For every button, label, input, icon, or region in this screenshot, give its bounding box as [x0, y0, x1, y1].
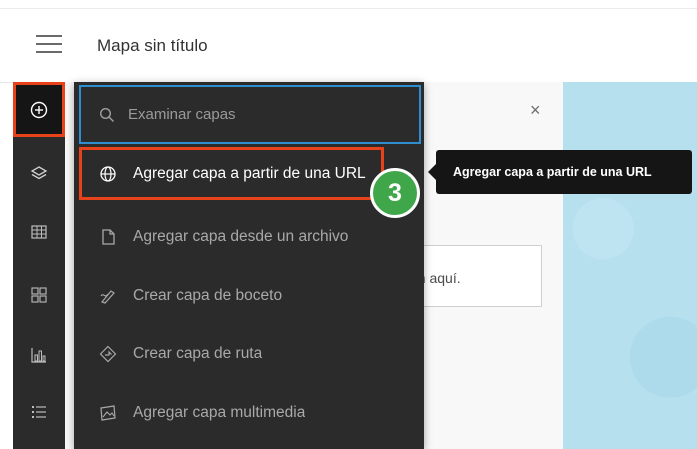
widgets-button[interactable]: [13, 267, 65, 322]
left-toolbar: [13, 82, 65, 449]
map-view[interactable]: [563, 82, 697, 449]
menu-item-label: Agregar capa desde un archivo: [133, 228, 349, 245]
step-badge: 3: [370, 168, 420, 218]
file-icon: [102, 229, 115, 245]
media-icon: [100, 405, 116, 421]
top-divider: [0, 8, 697, 9]
globe-icon: [100, 166, 116, 182]
add-layer-button[interactable]: [13, 82, 65, 137]
menu-item-label: Crear capa de boceto: [133, 287, 283, 304]
table-button[interactable]: [13, 204, 65, 259]
menu-item-label: Crear capa de ruta: [133, 345, 263, 362]
add-icon: [30, 101, 48, 118]
table-icon: [31, 224, 47, 239]
menu-item-create-sketch-layer[interactable]: Crear capa de boceto: [79, 268, 421, 324]
sketch-icon: [100, 290, 115, 304]
route-icon: [99, 345, 117, 363]
menu-item-label: Agregar capa a partir de una URL: [133, 165, 366, 182]
map-title: Mapa sin título: [97, 36, 208, 55]
menu-item-create-route-layer[interactable]: Crear capa de ruta: [79, 326, 421, 382]
legend-button[interactable]: [13, 384, 65, 439]
layers-icon: [30, 165, 48, 179]
chart-icon: [31, 347, 46, 363]
search-input[interactable]: [126, 105, 400, 124]
hamburger-menu-icon[interactable]: [36, 33, 62, 55]
menu-item-label: Agregar capa multimedia: [133, 404, 306, 421]
close-icon[interactable]: ×: [530, 100, 541, 121]
menu-item-add-layer-file[interactable]: Agregar capa desde un archivo: [79, 209, 421, 265]
widgets-icon: [31, 286, 47, 303]
legend-icon: [32, 405, 46, 418]
tooltip: Agregar capa a partir de una URL: [428, 150, 692, 194]
layers-button[interactable]: [13, 146, 65, 201]
search-icon: [99, 107, 114, 122]
chart-button[interactable]: [13, 327, 65, 382]
app-header: Mapa sin título: [0, 0, 697, 83]
menu-item-add-media-layer[interactable]: Agregar capa multimedia: [79, 385, 421, 441]
browse-layers-search[interactable]: [79, 85, 421, 144]
tooltip-text: Agregar capa a partir de una URL: [453, 165, 652, 179]
